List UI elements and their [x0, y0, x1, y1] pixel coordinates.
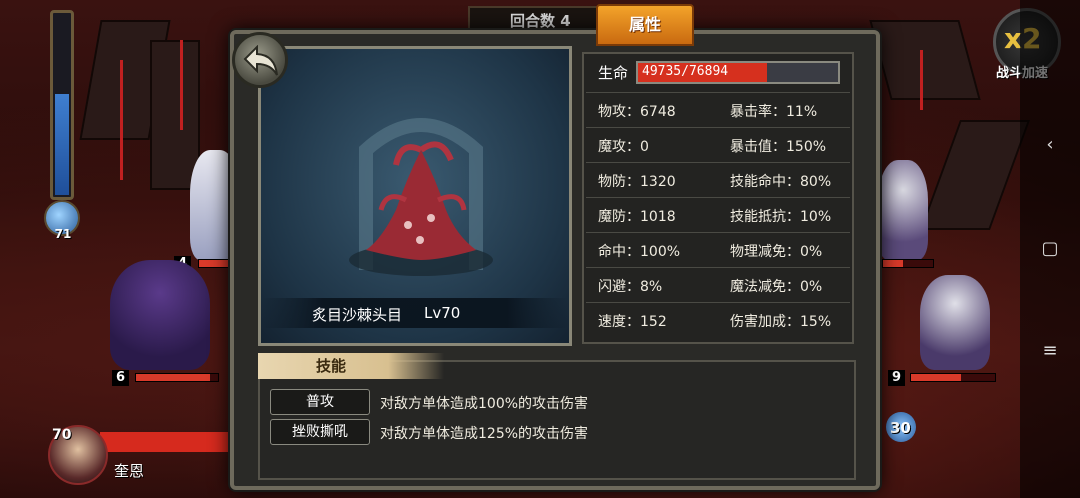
hero-name: 奎恩	[114, 462, 145, 480]
stat-left: 闪避：8%	[598, 279, 663, 295]
hero-level: 70	[52, 427, 72, 443]
stat-left: 速度：152	[598, 314, 667, 330]
stat-right: 暴击率：11%	[730, 104, 818, 120]
stat-right: 技能抵抗：10%	[730, 209, 832, 225]
stat-row: 闪避：8% 魔法减免：0%	[586, 267, 850, 302]
mana-gauge	[50, 10, 74, 200]
unit-level-badge: 6	[112, 370, 130, 386]
unit-level-badge: 9	[888, 370, 906, 386]
unit-hp-bar	[135, 373, 219, 382]
monster-name-bar	[262, 298, 568, 328]
enemy-unit-wizard[interactable]	[878, 160, 928, 260]
lava-streak	[180, 40, 183, 130]
hp-value: 49735/76894	[642, 64, 729, 79]
rock-decoration	[869, 20, 981, 100]
ally-unit-dark-mage[interactable]	[110, 260, 210, 370]
skill-description: 对敌方单体造成125%的攻击伤害	[380, 426, 589, 442]
stat-left: 魔防：1018	[598, 209, 676, 225]
tab-attributes[interactable]: 属性	[596, 4, 694, 46]
monster-portrait	[349, 118, 493, 276]
stat-right: 物理减免：0%	[730, 244, 823, 260]
unit-hp-bar	[882, 259, 934, 268]
square-icon[interactable]: ▢	[1038, 238, 1062, 259]
right-mana-value: 30	[890, 419, 911, 437]
stat-row: 物攻：6748 暴击率：11%	[586, 92, 850, 127]
stat-right: 魔法减免：0%	[730, 279, 823, 295]
stat-row: 速度：152 伤害加成：15%	[586, 302, 850, 337]
lava-streak	[120, 60, 123, 180]
stat-right: 暴击值：150%	[730, 139, 827, 155]
monster-level: Lv70	[424, 304, 461, 322]
lava-streak	[920, 50, 923, 110]
stat-left: 物攻：6748	[598, 104, 676, 120]
skill-description: 对敌方单体造成100%的攻击伤害	[380, 396, 589, 412]
rock-decoration	[919, 120, 1031, 230]
stat-row: 命中：100% 物理减免：0%	[586, 232, 850, 267]
back-button[interactable]	[232, 32, 288, 88]
thorn-creature	[366, 141, 476, 260]
unit-hp-bar	[910, 373, 996, 382]
stat-right: 技能命中：80%	[730, 174, 832, 190]
stat-row: 魔防：1018 技能抵抗：10%	[586, 197, 850, 232]
stat-right: 伤害加成：15%	[730, 314, 832, 330]
monster-name: 炙目沙棘头目	[312, 306, 403, 324]
chevron-left-icon[interactable]: ‹	[1038, 134, 1062, 155]
round-label: 回合数 4	[510, 12, 571, 30]
stat-left: 魔攻：0	[598, 139, 649, 155]
stat-left: 物防：1320	[598, 174, 676, 190]
stat-row: 魔攻：0 暴击值：150%	[586, 127, 850, 162]
stat-row: 物防：1320 技能命中：80%	[586, 162, 850, 197]
rock-decoration	[150, 40, 200, 190]
menu-icon[interactable]: ≡	[1038, 340, 1062, 361]
back-arrow-icon	[243, 45, 278, 76]
enemy-unit-elder[interactable]	[920, 275, 990, 370]
hp-label: 生命	[598, 64, 629, 82]
skill-button[interactable]: 普攻	[270, 389, 370, 415]
hero-hp-bar	[100, 432, 240, 452]
mana-value: 71	[54, 227, 72, 241]
skill-button[interactable]: 挫败撕吼	[270, 419, 370, 445]
skills-header: 技能	[258, 353, 444, 379]
stat-left: 命中：100%	[598, 244, 681, 260]
